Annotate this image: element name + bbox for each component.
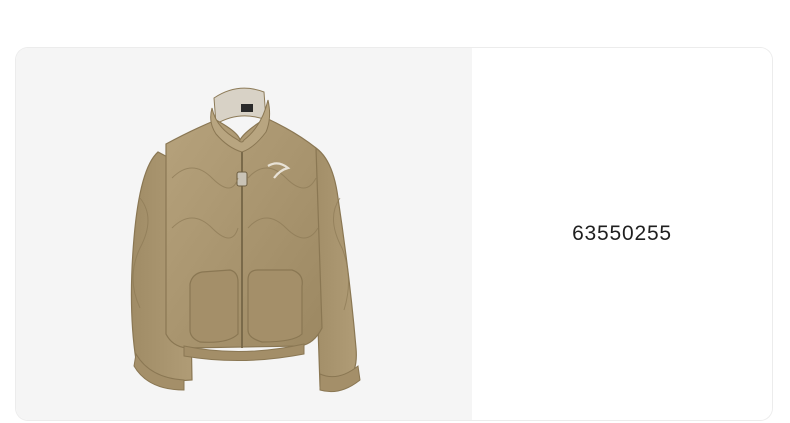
product-id: 63550255 [572, 222, 672, 245]
product-card[interactable]: 63550255 [16, 48, 772, 420]
product-image-panel [16, 48, 472, 420]
product-info-panel: 63550255 [472, 48, 772, 420]
product-image [130, 87, 361, 393]
